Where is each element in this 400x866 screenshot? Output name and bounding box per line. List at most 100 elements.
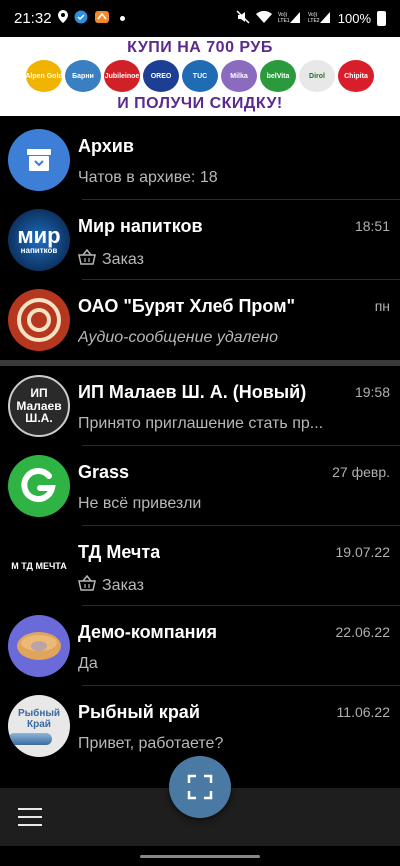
scan-button[interactable] (169, 756, 231, 818)
chat-time: пн (374, 298, 390, 314)
avatar-grass (8, 455, 70, 517)
avatar-buryat-hleb (8, 289, 70, 351)
brand-logo: Jubileinoe (104, 60, 140, 92)
avatar-container: мир напитков (0, 200, 78, 280)
chat-header: Рыбный край 11.06.22 (78, 701, 390, 723)
svg-text:LTE1: LTE1 (278, 18, 290, 24)
chat-time: 18:51 (354, 218, 390, 234)
chat-header: ОАО "Бурят Хлеб Пром" пн (78, 295, 390, 317)
chat-header: Grass 27 февр. (78, 461, 390, 483)
chat-item[interactable]: мир напитков Мир напитков 18:51 Заказ (0, 200, 400, 280)
chat-time: 11.06.22 (336, 704, 390, 720)
chat-preview-text: Не всё привезли (78, 495, 202, 512)
brand-logo: Chipita (338, 60, 374, 92)
brand-logo: Alpen Gold (26, 60, 62, 92)
chat-item[interactable]: Grass 27 февр. Не всё привезли (0, 446, 400, 526)
signal-lte1-icon: Vo)) LTE1 (278, 10, 302, 27)
hamburger-line (18, 808, 42, 810)
avatar-container: ИП Малаев Ш.А. (0, 366, 78, 446)
ad-subheadline: И ПОЛУЧИ СКИДКУ! (117, 95, 283, 112)
status-bar: 21:32 Vo)) LTE1 Vo)) LTE2 100% (0, 0, 400, 37)
chat-body: Мир напитков 18:51 Заказ (78, 200, 400, 270)
chat-name: ТД Мечта (78, 541, 161, 562)
signal-lte2-icon: Vo)) LTE2 (308, 10, 332, 27)
avatar-rybny-kray: Рыбный Край (8, 695, 70, 757)
chat-preview-text: Чатов в архиве: 18 (78, 169, 218, 186)
chat-name: Демо-компания (78, 621, 218, 642)
chat-body: ТД Мечта 19.07.22 Заказ (78, 526, 400, 596)
chat-body: Grass 27 февр. Не всё привезли (78, 446, 400, 513)
avatar-container (0, 120, 78, 200)
chat-body: ОАО "Бурят Хлеб Пром" пн Аудио-сообщение у… (78, 280, 400, 347)
chat-preview: Аудио-сообщение удалено (78, 329, 390, 347)
chat-name: Рыбный край (78, 701, 200, 722)
chat-preview-text: Аудио-сообщение удалено (78, 329, 279, 346)
chat-header: ТД Мечта 19.07.22 (78, 541, 390, 563)
chat-item[interactable]: Рыбный Край Рыбный край 11.06.22 Привет, ра… (0, 686, 400, 766)
avatar-container (0, 280, 78, 360)
chat-name: ОАО "Бурят Хлеб Пром" (78, 295, 296, 316)
chat-item[interactable]: Демо-компания 22.06.22 Да (0, 606, 400, 686)
ad-headline: КУПИ НА 700 РУБ (127, 39, 273, 56)
chat-preview: Привет, работаете? (78, 735, 390, 753)
brand-logo: TUC (182, 60, 218, 92)
chat-time: 27 февр. (332, 464, 390, 480)
home-indicator[interactable] (140, 855, 260, 858)
hamburger-line (18, 824, 42, 826)
notification-dot-icon (119, 16, 125, 21)
chat-preview: Принято приглашение стать пр... (78, 415, 390, 433)
chat-preview-text: Принято приглашение стать пр... (78, 415, 324, 432)
avatar-text: мир (17, 223, 61, 248)
chat-preview-text: Привет, работаете? (78, 735, 224, 752)
chat-body: Рыбный край 11.06.22 Привет, работаете? (78, 686, 400, 753)
chat-header: Мир напитков 18:51 (78, 215, 390, 237)
scan-icon (187, 774, 213, 800)
chat-name: Grass (78, 461, 130, 482)
chat-name: Архив (78, 135, 134, 156)
chat-time: 22.06.22 (335, 624, 391, 640)
brand-logo: belVita (260, 60, 296, 92)
avatar-container: М ТД МЕЧТА (0, 526, 78, 606)
chat-time: 19.07.22 (335, 544, 391, 560)
chat-time: 19:58 (354, 384, 390, 400)
app-notification-icon (74, 10, 88, 28)
system-nav-bar (0, 846, 400, 866)
status-time: 21:32 (14, 10, 52, 27)
promo-app-icon (94, 10, 110, 28)
brand-logo: Dirol (299, 60, 335, 92)
basket-icon (78, 249, 96, 270)
avatar-text: М ТД МЕЧТА (11, 561, 67, 571)
chat-preview: Да (78, 655, 390, 673)
chat-item[interactable]: ИП Малаев Ш.А. ИП Малаев Ш. А. (Новый) 19:58… (0, 366, 400, 446)
chat-preview-text: Заказ (102, 576, 144, 594)
archive-item[interactable]: Архив Чатов в архиве: 18 (0, 120, 400, 200)
archive-icon (8, 129, 70, 191)
avatar-container (0, 606, 78, 686)
avatar-malaev: ИП Малаев Ш.А. (8, 375, 70, 437)
ad-banner[interactable]: КУПИ НА 700 РУБ Alpen Gold Барни Jubileino… (0, 37, 400, 116)
basket-icon (78, 575, 96, 596)
location-icon (57, 10, 68, 27)
avatar-text: напитков (20, 246, 58, 255)
chat-item[interactable]: М ТД МЕЧТА ТД Мечта 19.07.22 Заказ (0, 526, 400, 606)
chat-list: Архив Чатов в архиве: 18 мир напитков Мир на… (0, 120, 400, 766)
chat-item[interactable]: ОАО "Бурят Хлеб Пром" пн Аудио-сообщение у… (0, 280, 400, 360)
avatar-text: Рыбный Край (17, 707, 61, 730)
menu-button[interactable] (18, 808, 42, 826)
chat-body: Архив Чатов в архиве: 18 (78, 120, 400, 187)
battery-icon (377, 11, 386, 26)
chat-preview: Чатов в архиве: 18 (78, 169, 390, 187)
svg-text:LTE2: LTE2 (308, 18, 320, 24)
brand-logo: OREO (143, 60, 179, 92)
wifi-icon (255, 10, 272, 27)
chat-body: Демо-компания 22.06.22 Да (78, 606, 400, 673)
avatar-demo (8, 615, 70, 677)
chat-body: ИП Малаев Ш. А. (Новый) 19:58 Принято приг… (78, 366, 400, 433)
ad-brand-logos: Alpen Gold Барни Jubileinoe OREO TUC Milka bel… (0, 57, 400, 95)
chat-preview-text: Да (78, 655, 98, 672)
chat-preview: Заказ (78, 575, 390, 596)
avatar-mir-napitkov: мир напитков (8, 209, 70, 271)
chat-name: Мир напитков (78, 215, 203, 236)
chat-preview: Не всё привезли (78, 495, 390, 513)
avatar-container: Рыбный Край (0, 686, 78, 766)
